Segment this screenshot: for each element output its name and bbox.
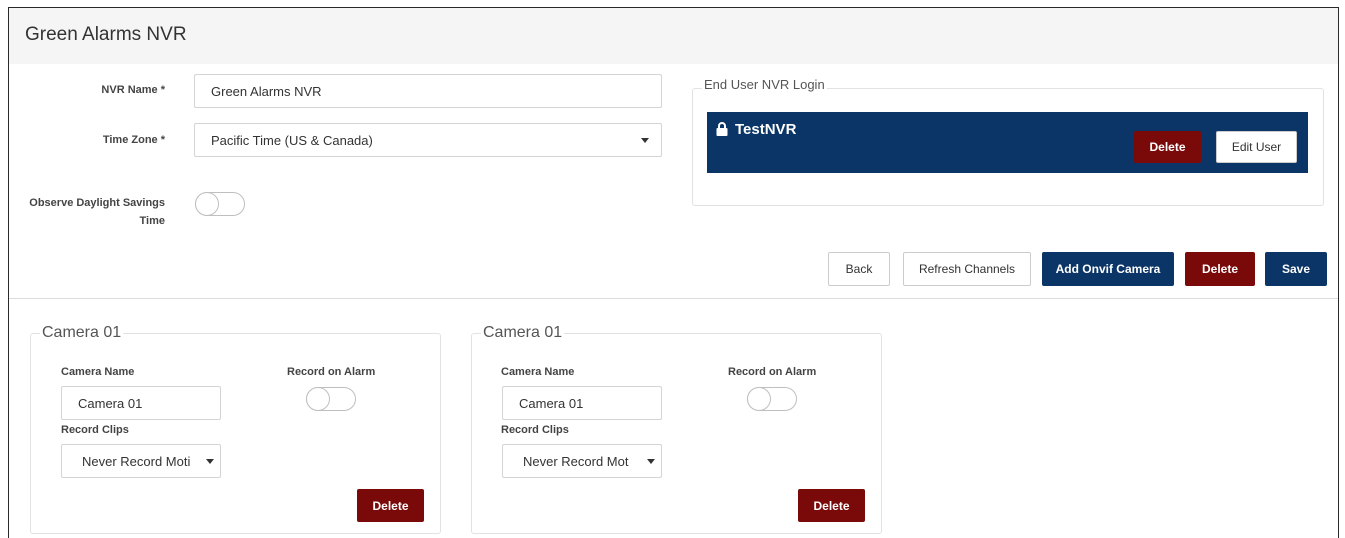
camera-card-legend: Camera 01: [481, 324, 565, 342]
camera-name-input[interactable]: Camera 01: [502, 386, 662, 420]
dst-toggle[interactable]: [195, 192, 245, 216]
camera-name-label: Camera Name: [501, 366, 575, 378]
record-clips-value: Never Record Moti: [82, 453, 191, 469]
camera-card-legend: Camera 01: [40, 324, 124, 342]
record-on-alarm-label: Record on Alarm: [728, 366, 817, 378]
chevron-down-icon: [641, 138, 649, 143]
chevron-down-icon: [647, 459, 655, 464]
delete-camera-button[interactable]: Delete: [357, 489, 424, 522]
edit-user-button[interactable]: Edit User: [1216, 131, 1297, 163]
add-onvif-camera-button[interactable]: Add Onvif Camera: [1042, 252, 1174, 286]
record-clips-select[interactable]: Never Record Moti: [61, 444, 221, 478]
nvr-name-input[interactable]: Green Alarms NVR: [194, 74, 662, 108]
end-user-login-legend: End User NVR Login: [702, 77, 827, 92]
nvr-name-label: NVR Name *: [101, 84, 165, 96]
page-header: Green Alarms NVR: [9, 8, 1338, 64]
dst-label-line2: Time: [139, 215, 165, 227]
record-on-alarm-label: Record on Alarm: [287, 366, 376, 378]
lock-icon: [716, 122, 728, 136]
record-on-alarm-toggle[interactable]: [747, 387, 797, 411]
toggle-knob: [195, 192, 219, 216]
record-clips-value: Never Record Mot: [523, 453, 629, 469]
delete-camera-button[interactable]: Delete: [798, 489, 865, 522]
nvr-name-value: Green Alarms NVR: [211, 83, 322, 99]
dst-label: Observe Daylight Savings Time: [19, 194, 165, 230]
time-zone-value: Pacific Time (US & Canada): [211, 132, 373, 148]
back-button[interactable]: Back: [828, 252, 890, 286]
dst-label-line1: Observe Daylight Savings: [29, 197, 165, 209]
record-clips-label: Record Clips: [501, 424, 569, 436]
camera-name-label: Camera Name: [61, 366, 135, 378]
delete-user-button[interactable]: Delete: [1134, 131, 1201, 163]
end-user-login-card: TestNVR Delete Edit User: [707, 112, 1308, 173]
delete-nvr-button[interactable]: Delete: [1185, 252, 1255, 286]
record-clips-select[interactable]: Never Record Mot: [502, 444, 662, 478]
record-on-alarm-toggle[interactable]: [306, 387, 356, 411]
refresh-channels-button[interactable]: Refresh Channels: [903, 252, 1031, 286]
login-username: TestNVR: [735, 121, 797, 138]
toggle-knob: [747, 387, 771, 411]
time-zone-label: Time Zone *: [102, 134, 165, 146]
toggle-knob: [306, 387, 330, 411]
page-title: Green Alarms NVR: [25, 24, 187, 45]
record-clips-label: Record Clips: [61, 424, 129, 436]
section-divider: [9, 298, 1338, 299]
camera-name-value: Camera 01: [519, 395, 584, 411]
nvr-edit-panel: Green Alarms NVR NVR Name * Green Alarms…: [8, 7, 1339, 538]
chevron-down-icon: [206, 459, 214, 464]
camera-name-input[interactable]: Camera 01: [61, 386, 221, 420]
save-button[interactable]: Save: [1265, 252, 1327, 286]
camera-name-value: Camera 01: [78, 395, 143, 411]
time-zone-select[interactable]: Pacific Time (US & Canada): [194, 123, 662, 157]
